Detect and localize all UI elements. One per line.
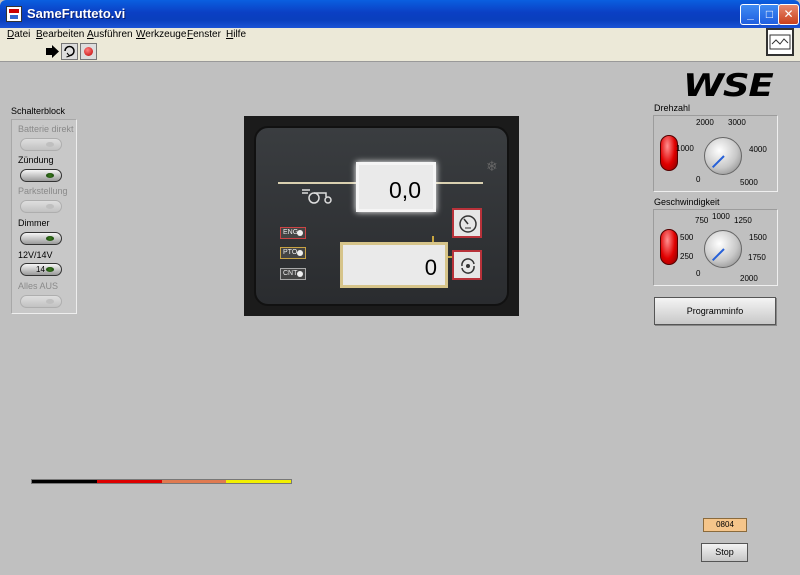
drehzahl-tick: 2000 [696,118,714,127]
switch-label-dimmer: Dimmer [18,218,50,228]
geschwindigkeit-tick: 1750 [748,253,766,262]
menu-bearbeiten[interactable]: Bearbeiten [36,28,84,42]
window-titlebar: SameFrutteto.vi _ □ ✕ [0,0,800,28]
dashboard-bezel: ❄ 0,0 0 ENG PTO CNT [254,126,509,306]
color-bar-segment [226,480,291,483]
minimize-button[interactable]: _ [740,4,761,25]
wse-logo: WSE [683,68,774,104]
geschwindigkeit-led[interactable] [660,229,678,265]
toolbar [0,42,800,62]
switch-alles-aus[interactable] [20,295,62,308]
switch-parkstellung[interactable] [20,200,62,213]
run-arrow-icon[interactable] [44,43,61,60]
switch-dimmer[interactable] [20,232,62,245]
maximize-button[interactable]: □ [759,4,780,25]
schalterblock-title: Schalterblock [11,106,66,116]
geschwindigkeit-tick: 2000 [740,274,758,283]
menu-datei[interactable]: Datei [7,28,30,42]
geschwindigkeit-tick: 0 [696,269,701,278]
counter-lcd: 0 [340,242,448,288]
tag-cnt: CNT [280,268,306,280]
reset-icon [452,250,482,280]
geschwindigkeit-knob[interactable] [704,230,742,268]
menu-bar: Datei Bearbeiten Ausführen Werkzeuge Fen… [0,28,800,42]
menu-hilfe[interactable]: Hilfe [226,28,246,42]
drehzahl-led[interactable] [660,135,678,171]
geschwindigkeit-tick: 250 [680,252,694,261]
geschwindigkeit-title: Geschwindigkeit [654,197,720,207]
abort-icon[interactable] [80,43,97,60]
switch-zuendung[interactable] [20,169,62,182]
geschwindigkeit-tick: 1250 [734,216,752,225]
drehzahl-tick: 1000 [676,144,694,153]
drehzahl-tick: 0 [696,175,701,184]
geschwindigkeit-tick: 1500 [749,233,767,242]
speed-lcd: 0,0 [356,162,436,212]
switch-label-alles-aus: Alles AUS [18,281,59,291]
geschwindigkeit-tick: 500 [680,233,694,242]
menu-werkzeuge[interactable]: Werkzeuge [136,28,186,42]
stop-button[interactable]: Stop [701,543,748,562]
tag-eng: ENG [280,227,306,239]
snowflake-icon: ❄ [486,158,498,174]
run-continuously-icon[interactable] [61,43,78,60]
drehzahl-knob[interactable] [704,137,742,175]
color-bar-segment [32,480,97,483]
status-code: 0804 [703,518,747,532]
drehzahl-tick: 3000 [728,118,746,127]
dashboard-display: ❄ 0,0 0 ENG PTO CNT [244,116,519,316]
gauge-icon [452,208,482,238]
tractor-icon [300,186,334,207]
geschwindigkeit-tick: 750 [695,216,709,225]
drehzahl-tick: 4000 [749,145,767,154]
switch-label-parkstellung: Parkstellung [18,186,68,196]
switch-label-batterie: Batterie direkt [18,124,74,134]
vi-connector-icon [766,28,794,56]
geschwindigkeit-cluster: 0 250 500 750 1000 1250 1500 1750 2000 [653,209,778,286]
counter-value: 0 [424,255,437,280]
color-bar-segment [96,480,162,483]
menu-ausfuehren[interactable]: Ausführen [87,28,133,42]
color-bar [31,479,292,484]
tag-pto: PTO [280,247,306,259]
switch-12v14v[interactable]: 14 [20,263,62,276]
switch-label-zuendung: Zündung [18,155,54,165]
drehzahl-title: Drehzahl [654,103,691,113]
drehzahl-tick: 5000 [740,178,758,187]
drehzahl-cluster: 0 1000 2000 3000 4000 5000 [653,115,778,192]
color-bar-segment [161,480,227,483]
switch-batterie-direkt[interactable] [20,138,62,151]
window-title: SameFrutteto.vi [27,6,126,21]
speed-value: 0,0 [389,177,421,203]
close-button[interactable]: ✕ [778,4,799,25]
menu-fenster[interactable]: Fenster [187,28,221,42]
geschwindigkeit-tick: 1000 [712,212,730,221]
programminfo-button[interactable]: Programminfo [654,297,776,325]
labview-vi-icon [6,6,22,22]
switch-label-12v14v: 12V/14V [18,250,53,260]
